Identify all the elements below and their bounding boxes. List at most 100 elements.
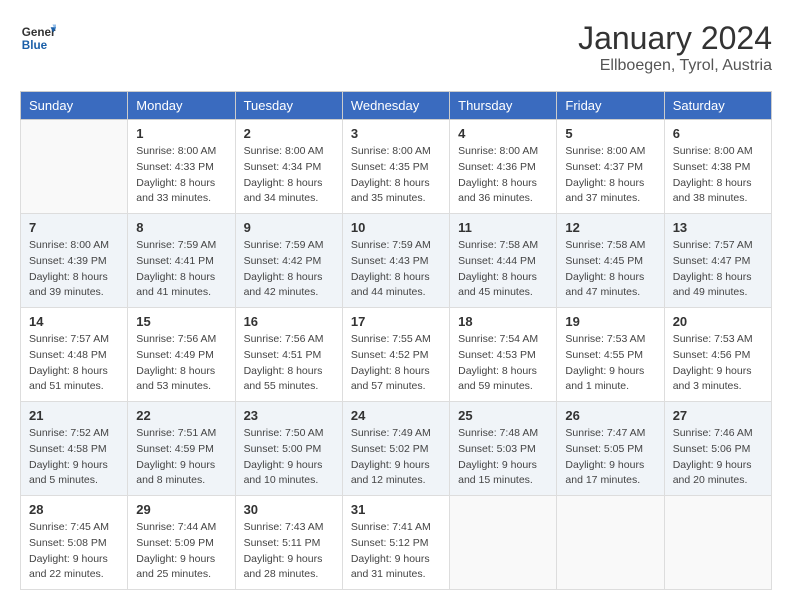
day-number: 12 bbox=[565, 220, 655, 235]
calendar-cell bbox=[664, 496, 771, 590]
page-header: General Blue January 2024 Ellboegen, Tyr… bbox=[20, 20, 772, 75]
day-number: 14 bbox=[29, 314, 119, 329]
calendar-cell: 23 Sunrise: 7:50 AMSunset: 5:00 PMDayligh… bbox=[235, 402, 342, 496]
calendar-title: January 2024 bbox=[578, 20, 772, 57]
calendar-cell: 22 Sunrise: 7:51 AMSunset: 4:59 PMDayligh… bbox=[128, 402, 235, 496]
day-number: 19 bbox=[565, 314, 655, 329]
weekday-header: Monday bbox=[128, 92, 235, 120]
weekday-header: Wednesday bbox=[342, 92, 449, 120]
calendar-cell: 11Sunrise: 7:58 AMSunset: 4:44 PMDayligh… bbox=[450, 214, 557, 308]
day-info: Sunrise: 7:56 AMSunset: 4:51 PMDaylight:… bbox=[244, 332, 334, 395]
day-number: 28 bbox=[29, 502, 119, 517]
calendar-cell: 18 Sunrise: 7:54 AMSunset: 4:53 PMDayligh… bbox=[450, 308, 557, 402]
calendar-cell: 8 Sunrise: 7:59 AMSunset: 4:41 PMDaylight… bbox=[128, 214, 235, 308]
day-info: Sunrise: 7:49 AMSunset: 5:02 PMDaylight:… bbox=[351, 426, 441, 489]
calendar-week-row: 1Sunrise: 8:00 AMSunset: 4:33 PMDaylight… bbox=[21, 120, 772, 214]
day-number: 30 bbox=[244, 502, 334, 517]
weekday-header: Tuesday bbox=[235, 92, 342, 120]
day-info: Sunrise: 7:44 AMSunset: 5:09 PMDaylight:… bbox=[136, 520, 226, 583]
logo-icon: General Blue bbox=[20, 20, 56, 56]
calendar-cell: 19 Sunrise: 7:53 AMSunset: 4:55 PMDayligh… bbox=[557, 308, 664, 402]
calendar-cell: 7Sunrise: 8:00 AMSunset: 4:39 PMDaylight… bbox=[21, 214, 128, 308]
day-info: Sunrise: 7:59 AMSunset: 4:43 PMDaylight:… bbox=[351, 238, 441, 301]
calendar-cell: 16 Sunrise: 7:56 AMSunset: 4:51 PMDayligh… bbox=[235, 308, 342, 402]
day-number: 22 bbox=[136, 408, 226, 423]
title-block: January 2024 Ellboegen, Tyrol, Austria bbox=[578, 20, 772, 75]
calendar-cell: 13 Sunrise: 7:57 AMSunset: 4:47 PMDayligh… bbox=[664, 214, 771, 308]
day-number: 29 bbox=[136, 502, 226, 517]
calendar-cell: 9 Sunrise: 7:59 AMSunset: 4:42 PMDaylight… bbox=[235, 214, 342, 308]
day-info: Sunrise: 7:55 AMSunset: 4:52 PMDaylight:… bbox=[351, 332, 441, 395]
day-info: Sunrise: 7:56 AMSunset: 4:49 PMDaylight:… bbox=[136, 332, 226, 395]
day-info: Sunrise: 8:00 AMSunset: 4:34 PMDaylight:… bbox=[244, 144, 334, 207]
calendar-cell bbox=[557, 496, 664, 590]
day-number: 31 bbox=[351, 502, 441, 517]
calendar-cell: 17 Sunrise: 7:55 AMSunset: 4:52 PMDayligh… bbox=[342, 308, 449, 402]
day-number: 25 bbox=[458, 408, 548, 423]
day-info: Sunrise: 7:54 AMSunset: 4:53 PMDaylight:… bbox=[458, 332, 548, 395]
calendar-cell: 26Sunrise: 7:47 AMSunset: 5:05 PMDayligh… bbox=[557, 402, 664, 496]
day-info: Sunrise: 8:00 AMSunset: 4:39 PMDaylight:… bbox=[29, 238, 119, 301]
day-info: Sunrise: 7:58 AMSunset: 4:45 PMDaylight:… bbox=[565, 238, 655, 301]
day-number: 3 bbox=[351, 126, 441, 141]
day-number: 2 bbox=[244, 126, 334, 141]
weekday-header: Saturday bbox=[664, 92, 771, 120]
calendar-cell: 4 Sunrise: 8:00 AMSunset: 4:36 PMDaylight… bbox=[450, 120, 557, 214]
day-info: Sunrise: 8:00 AMSunset: 4:33 PMDaylight:… bbox=[136, 144, 226, 207]
calendar-cell: 6Sunrise: 8:00 AMSunset: 4:38 PMDaylight… bbox=[664, 120, 771, 214]
calendar-week-row: 28 Sunrise: 7:45 AMSunset: 5:08 PMDayligh… bbox=[21, 496, 772, 590]
day-info: Sunrise: 7:59 AMSunset: 4:42 PMDaylight:… bbox=[244, 238, 334, 301]
calendar-cell: 10Sunrise: 7:59 AMSunset: 4:43 PMDayligh… bbox=[342, 214, 449, 308]
day-number: 15 bbox=[136, 314, 226, 329]
day-number: 13 bbox=[673, 220, 763, 235]
day-info: Sunrise: 8:00 AMSunset: 4:37 PMDaylight:… bbox=[565, 144, 655, 207]
day-number: 23 bbox=[244, 408, 334, 423]
calendar-cell: 30 Sunrise: 7:43 AMSunset: 5:11 PMDayligh… bbox=[235, 496, 342, 590]
day-info: Sunrise: 7:45 AMSunset: 5:08 PMDaylight:… bbox=[29, 520, 119, 583]
calendar-table: SundayMondayTuesdayWednesdayThursdayFrid… bbox=[20, 91, 772, 590]
calendar-week-row: 21 Sunrise: 7:52 AMSunset: 4:58 PMDayligh… bbox=[21, 402, 772, 496]
day-info: Sunrise: 8:00 AMSunset: 4:35 PMDaylight:… bbox=[351, 144, 441, 207]
calendar-cell: 25Sunrise: 7:48 AMSunset: 5:03 PMDayligh… bbox=[450, 402, 557, 496]
day-info: Sunrise: 7:52 AMSunset: 4:58 PMDaylight:… bbox=[29, 426, 119, 489]
svg-text:Blue: Blue bbox=[22, 39, 48, 52]
calendar-week-row: 14Sunrise: 7:57 AMSunset: 4:48 PMDayligh… bbox=[21, 308, 772, 402]
calendar-cell: 1Sunrise: 8:00 AMSunset: 4:33 PMDaylight… bbox=[128, 120, 235, 214]
calendar-week-row: 7Sunrise: 8:00 AMSunset: 4:39 PMDaylight… bbox=[21, 214, 772, 308]
calendar-cell: 21 Sunrise: 7:52 AMSunset: 4:58 PMDayligh… bbox=[21, 402, 128, 496]
day-info: Sunrise: 8:00 AMSunset: 4:36 PMDaylight:… bbox=[458, 144, 548, 207]
calendar-cell: 15 Sunrise: 7:56 AMSunset: 4:49 PMDayligh… bbox=[128, 308, 235, 402]
day-info: Sunrise: 7:50 AMSunset: 5:00 PMDaylight:… bbox=[244, 426, 334, 489]
day-info: Sunrise: 7:51 AMSunset: 4:59 PMDaylight:… bbox=[136, 426, 226, 489]
day-number: 8 bbox=[136, 220, 226, 235]
calendar-cell: 3 Sunrise: 8:00 AMSunset: 4:35 PMDaylight… bbox=[342, 120, 449, 214]
calendar-cell: 20Sunrise: 7:53 AMSunset: 4:56 PMDayligh… bbox=[664, 308, 771, 402]
day-info: Sunrise: 7:46 AMSunset: 5:06 PMDaylight:… bbox=[673, 426, 763, 489]
day-number: 17 bbox=[351, 314, 441, 329]
day-number: 24 bbox=[351, 408, 441, 423]
calendar-cell: 5 Sunrise: 8:00 AMSunset: 4:37 PMDaylight… bbox=[557, 120, 664, 214]
day-info: Sunrise: 7:57 AMSunset: 4:47 PMDaylight:… bbox=[673, 238, 763, 301]
day-number: 5 bbox=[565, 126, 655, 141]
day-number: 9 bbox=[244, 220, 334, 235]
calendar-cell: 12 Sunrise: 7:58 AMSunset: 4:45 PMDayligh… bbox=[557, 214, 664, 308]
day-info: Sunrise: 7:43 AMSunset: 5:11 PMDaylight:… bbox=[244, 520, 334, 583]
day-info: Sunrise: 7:41 AMSunset: 5:12 PMDaylight:… bbox=[351, 520, 441, 583]
day-info: Sunrise: 7:58 AMSunset: 4:44 PMDaylight:… bbox=[458, 238, 548, 301]
day-number: 16 bbox=[244, 314, 334, 329]
day-info: Sunrise: 7:53 AMSunset: 4:56 PMDaylight:… bbox=[673, 332, 763, 395]
svg-text:General: General bbox=[22, 26, 56, 39]
weekday-header-row: SundayMondayTuesdayWednesdayThursdayFrid… bbox=[21, 92, 772, 120]
day-number: 21 bbox=[29, 408, 119, 423]
calendar-subtitle: Ellboegen, Tyrol, Austria bbox=[578, 57, 772, 75]
calendar-cell bbox=[21, 120, 128, 214]
calendar-cell: 31 Sunrise: 7:41 AMSunset: 5:12 PMDayligh… bbox=[342, 496, 449, 590]
day-number: 4 bbox=[458, 126, 548, 141]
calendar-cell: 14Sunrise: 7:57 AMSunset: 4:48 PMDayligh… bbox=[21, 308, 128, 402]
weekday-header: Friday bbox=[557, 92, 664, 120]
day-number: 18 bbox=[458, 314, 548, 329]
calendar-cell: 24 Sunrise: 7:49 AMSunset: 5:02 PMDayligh… bbox=[342, 402, 449, 496]
day-info: Sunrise: 7:53 AMSunset: 4:55 PMDaylight:… bbox=[565, 332, 655, 395]
calendar-cell: 27Sunrise: 7:46 AMSunset: 5:06 PMDayligh… bbox=[664, 402, 771, 496]
day-info: Sunrise: 7:59 AMSunset: 4:41 PMDaylight:… bbox=[136, 238, 226, 301]
